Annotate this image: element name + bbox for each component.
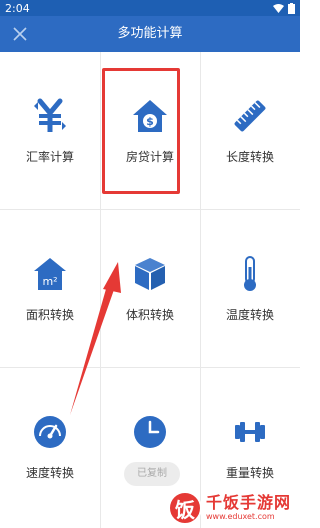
status-time: 2:04	[5, 1, 30, 15]
annotation-arrow	[70, 262, 121, 415]
battery-icon	[288, 2, 295, 14]
wifi-icon	[273, 3, 284, 13]
app-bar: 多功能计算	[0, 16, 300, 52]
watermark-title: 千饭手游网	[206, 493, 292, 512]
page-title: 多功能计算	[117, 26, 183, 41]
watermark: 饭 千饭手游网 www.eduxet.com	[168, 488, 300, 528]
close-icon	[13, 27, 27, 41]
watermark-text: 千饭手游网 www.eduxet.com	[206, 494, 291, 522]
watermark-logo: 饭	[168, 491, 202, 525]
close-button[interactable]	[10, 24, 30, 44]
copied-toast: 已复制	[124, 462, 180, 486]
watermark-url: www.eduxet.com	[206, 512, 275, 521]
tool-grid: 汇率计算 $ 房贷计算 长度转换 m² 面积转换 体积转换 温度转换 速度转换 …	[0, 52, 300, 528]
status-icons	[273, 2, 295, 14]
status-bar: 2:04	[0, 0, 300, 16]
